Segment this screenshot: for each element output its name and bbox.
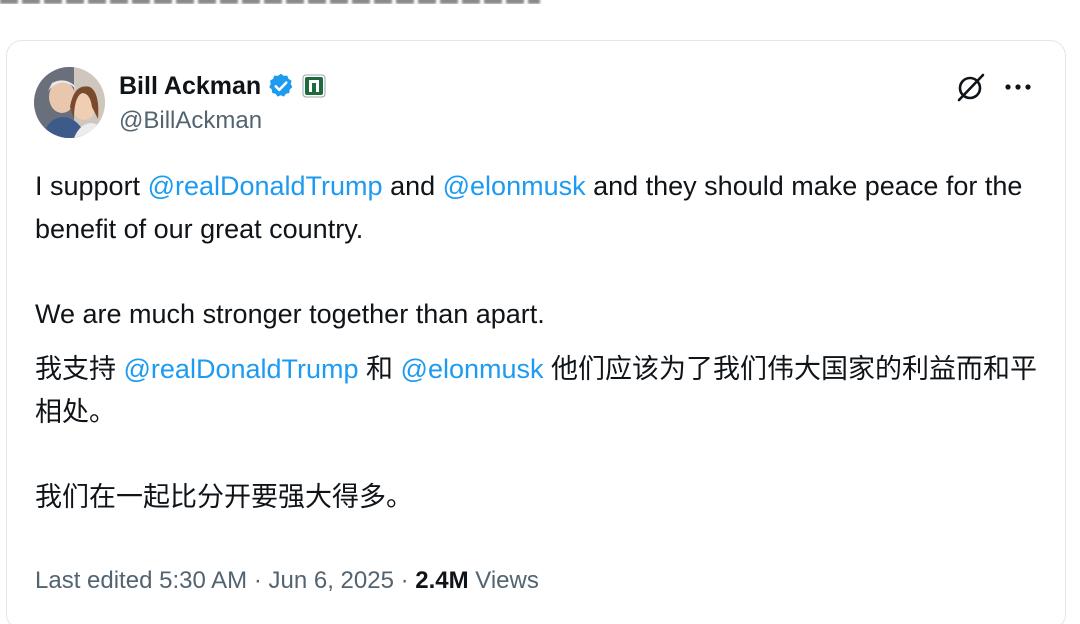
edited-prefix[interactable]: Last edited xyxy=(35,567,159,594)
author-display-name[interactable]: Bill Ackman xyxy=(119,72,261,101)
mention-link-elonmusk[interactable]: @elonmusk xyxy=(443,171,586,201)
screenshot-page: Bill Ackman @BillAckman I support @realD… xyxy=(0,0,1080,624)
verified-badge-icon[interactable] xyxy=(267,72,295,100)
tweet-card[interactable]: Bill Ackman @BillAckman I support @realD… xyxy=(6,40,1066,624)
text-segment: and xyxy=(382,171,443,201)
meta-separator: · xyxy=(393,567,416,594)
grok-icon[interactable] xyxy=(955,71,987,103)
cropped-text-above xyxy=(0,0,1080,4)
cropped-text-fragment xyxy=(0,0,540,4)
text-segment: 我支持 xyxy=(35,354,124,384)
more-options-icon[interactable] xyxy=(1001,71,1035,103)
author-name-row: Bill Ackman xyxy=(119,69,326,103)
meta-separator: · xyxy=(247,567,269,594)
mention-link-realdonaldtrump[interactable]: @realDonaldTrump xyxy=(124,354,359,384)
tweet-date[interactable]: Jun 6, 2025 xyxy=(268,567,393,594)
tweet-meta: Last edited 5:30 AM · Jun 6, 2025 · 2.4M… xyxy=(35,567,539,595)
affiliation-badge-icon[interactable] xyxy=(302,74,326,98)
tweet-paragraph-chinese-2: 我们在一起比分开要强大得多。 xyxy=(35,482,413,512)
author-handle[interactable]: @BillAckman xyxy=(119,107,262,135)
avatar[interactable] xyxy=(34,67,105,138)
tweet-time[interactable]: 5:30 AM xyxy=(159,567,247,594)
avatar-image xyxy=(34,67,105,138)
tweet-paragraph-english-1: I support @realDonaldTrump and @elonmusk… xyxy=(35,165,1045,251)
tweet-paragraph-english-2: We are much stronger together than apart… xyxy=(35,299,545,329)
mention-link-elonmusk[interactable]: @elonmusk xyxy=(401,354,544,384)
text-segment: 和 xyxy=(358,354,401,384)
tweet-paragraph-chinese-1: 我支持 @realDonaldTrump 和 @elonmusk 他们应该为了我… xyxy=(35,348,1045,434)
text-segment: I support xyxy=(35,171,148,201)
mention-link-realdonaldtrump[interactable]: @realDonaldTrump xyxy=(148,171,383,201)
tweet-text: I support @realDonaldTrump and @elonmusk… xyxy=(35,165,1045,519)
views-label[interactable]: Views xyxy=(469,567,539,594)
views-count[interactable]: 2.4M xyxy=(415,567,468,594)
